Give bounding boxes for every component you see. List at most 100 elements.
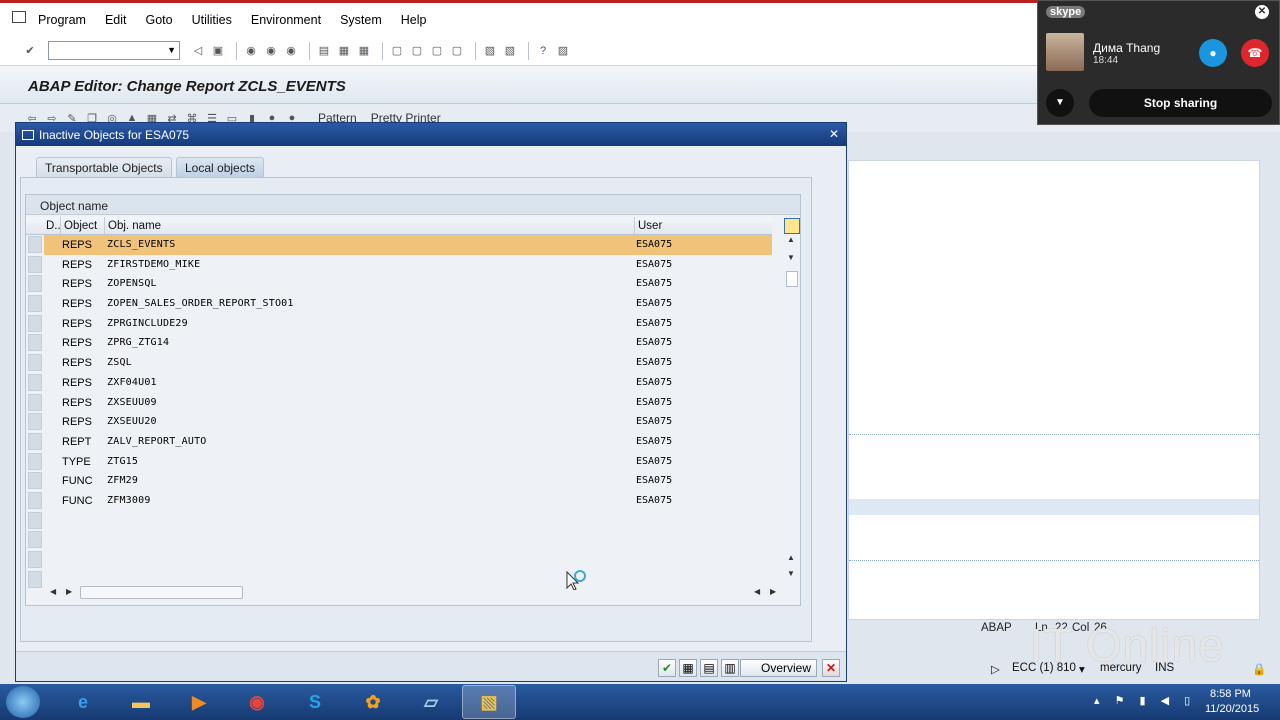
row-selector[interactable] — [28, 373, 42, 391]
menu-item-program[interactable]: Program — [38, 13, 86, 27]
chevron-down-icon[interactable]: ▼ — [1046, 89, 1074, 117]
sap-logon-icon[interactable]: ✿ — [346, 685, 400, 719]
scroll-down-icon[interactable]: ▼ — [787, 253, 795, 262]
table-row[interactable]: REPS ZFIRSTDEMO_MIKE ESA075 — [26, 255, 772, 275]
help-icon[interactable]: ? — [535, 43, 551, 59]
row-selector[interactable] — [28, 570, 42, 588]
table-row[interactable]: TYPE ZTG15 ESA075 — [26, 452, 772, 472]
menu-item-goto[interactable]: Goto — [145, 13, 172, 27]
row-selector[interactable] — [28, 393, 42, 411]
customize-layout-icon[interactable]: ▨ — [555, 43, 571, 59]
table-row[interactable]: REPT ZALV_REPORT_AUTO ESA075 — [26, 432, 772, 452]
first-page-icon[interactable]: ▢ — [389, 43, 405, 59]
scroll-up-icon[interactable]: ▲ — [787, 553, 795, 562]
command-field[interactable]: ▼ — [48, 41, 180, 60]
play-icon[interactable]: ▷ — [991, 662, 1000, 676]
table-row[interactable]: REPS ZXSEUU20 ESA075 — [26, 412, 772, 432]
table-row[interactable]: REPS ZPRGINCLUDE29 ESA075 — [26, 314, 772, 334]
start-button[interactable] — [6, 686, 40, 718]
stop-sharing-button[interactable]: Stop sharing — [1089, 89, 1272, 117]
scroll-down-icon[interactable]: ▼ — [787, 569, 795, 578]
shortcut-icon[interactable]: ▧ — [502, 43, 518, 59]
tab-local-objects[interactable]: Local objects — [176, 157, 265, 177]
previous-page-icon[interactable]: ▢ — [409, 43, 425, 59]
row-selector[interactable] — [28, 491, 42, 509]
scroll-right-icon[interactable]: ▶ — [66, 587, 72, 596]
table-row[interactable]: REPS ZXSEUU09 ESA075 — [26, 393, 772, 413]
table-row[interactable]: FUNC ZFM29 ESA075 — [26, 471, 772, 491]
new-session-icon[interactable]: ▧ — [482, 43, 498, 59]
column-header-object[interactable]: Object — [64, 220, 97, 232]
clock-date[interactable]: 11/20/2015 — [1205, 703, 1259, 715]
last-page-icon[interactable]: ▢ — [449, 43, 465, 59]
menu-item-utilities[interactable]: Utilities — [192, 13, 232, 27]
table-row[interactable]: REPS ZOPEN_SALES_ORDER_REPORT_STO01 ESA075 — [26, 294, 772, 314]
file-explorer-icon[interactable]: ▬ — [114, 685, 168, 719]
row-selector[interactable] — [28, 551, 42, 568]
find-icon[interactable]: ▦ — [336, 43, 352, 59]
scroll-left-icon[interactable]: ◀ — [50, 587, 56, 596]
overview-button[interactable]: Overview — [740, 659, 817, 677]
vertical-scrollbar[interactable]: ▲ ▼ ▲ ▼ — [784, 235, 800, 581]
activate-button[interactable]: ✔ — [658, 659, 676, 677]
row-selector[interactable] — [28, 452, 42, 470]
menu-item-edit[interactable]: Edit — [105, 13, 127, 27]
cancel-icon[interactable]: ◉ — [283, 43, 299, 59]
scroll-thumb[interactable] — [786, 271, 798, 287]
row-selector[interactable] — [28, 531, 42, 549]
close-icon[interactable]: ✕ — [1255, 5, 1269, 19]
scroll-thumb[interactable] — [80, 586, 243, 599]
table-row[interactable]: REPS ZSQL ESA075 — [26, 353, 772, 373]
menu-item-help[interactable]: Help — [401, 13, 427, 27]
tab-transportable-objects[interactable]: Transportable Objects — [36, 157, 172, 177]
worklist-icon[interactable]: ▤ — [700, 659, 718, 677]
abap-editor-area[interactable] — [848, 160, 1260, 620]
clock-time[interactable]: 8:58 PM — [1210, 688, 1251, 700]
close-icon[interactable]: ✕ — [827, 127, 841, 141]
table-row[interactable]: REPS ZCLS_EVENTS ESA075 — [26, 235, 772, 255]
row-selector[interactable] — [28, 236, 42, 253]
print-icon[interactable]: ▤ — [316, 43, 332, 59]
lock-icon[interactable]: 🔒 — [1252, 662, 1266, 676]
menu-item-environment[interactable]: Environment — [251, 13, 321, 27]
hang-up-icon[interactable]: ☎ — [1241, 39, 1269, 67]
back-arrow-icon[interactable]: ◁ — [190, 43, 206, 59]
find-next-icon[interactable]: ▦ — [356, 43, 372, 59]
column-header-user[interactable]: User — [638, 220, 662, 232]
row-selector[interactable] — [28, 472, 42, 490]
row-selector[interactable] — [28, 255, 42, 273]
row-selector[interactable] — [28, 295, 42, 313]
sap-gui-icon[interactable]: ▧ — [462, 685, 516, 719]
microphone-icon[interactable]: ● — [1199, 39, 1227, 67]
menu-item-system[interactable]: System — [340, 13, 382, 27]
horizontal-scrollbar[interactable]: ◀ ▶ ◀ ▶ — [44, 585, 784, 601]
window-manager-icon[interactable]: ▱ — [404, 685, 458, 719]
media-player-icon[interactable]: ▶ — [172, 685, 226, 719]
column-header-obj-name[interactable]: Obj. name — [108, 220, 161, 232]
skype-icon[interactable]: S — [288, 685, 342, 719]
chrome-icon[interactable]: ◉ — [230, 685, 284, 719]
row-selector[interactable] — [28, 354, 42, 372]
details-icon[interactable]: ▥ — [721, 659, 739, 677]
exit-icon[interactable]: ◉ — [263, 43, 279, 59]
table-row[interactable]: REPS ZPRG_ZTG14 ESA075 — [26, 333, 772, 353]
row-selector[interactable] — [28, 432, 42, 450]
save-icon[interactable]: ▣ — [210, 43, 226, 59]
row-selector[interactable] — [28, 314, 42, 332]
window-menu-icon[interactable] — [12, 10, 26, 23]
next-page-icon[interactable]: ▢ — [429, 43, 445, 59]
cancel-button[interactable]: ✕ — [822, 659, 840, 677]
scroll-left-icon[interactable]: ◀ — [754, 587, 760, 596]
table-row[interactable]: REPS ZXF04U01 ESA075 — [26, 373, 772, 393]
row-selector[interactable] — [28, 413, 42, 431]
grid-layout-icon[interactable] — [784, 218, 800, 234]
scroll-right-icon[interactable]: ▶ — [770, 587, 776, 596]
row-selector[interactable] — [28, 334, 42, 352]
table-row[interactable]: REPS ZOPENSQL ESA075 — [26, 274, 772, 294]
back-icon[interactable]: ◉ — [243, 43, 259, 59]
row-selector[interactable] — [28, 511, 42, 529]
row-selector[interactable] — [28, 275, 42, 293]
tray-icons[interactable]: ▴ ⚑ ▮ ◀ ▯ — [1094, 694, 1196, 707]
table-row[interactable]: FUNC ZFM3009 ESA075 — [26, 491, 772, 511]
scroll-up-icon[interactable]: ▲ — [787, 235, 795, 244]
